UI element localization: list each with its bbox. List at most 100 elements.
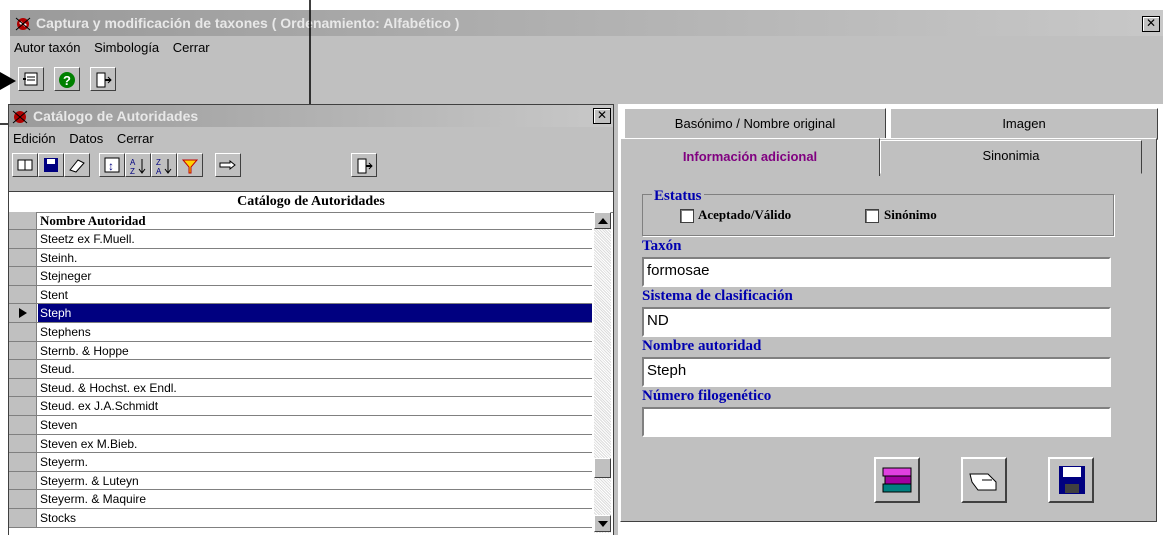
row-indicator[interactable] — [9, 267, 37, 285]
table-row[interactable]: Steyerm. — [9, 453, 592, 472]
svg-text:A: A — [130, 158, 136, 167]
table-row[interactable]: Stephens — [9, 323, 592, 342]
grid-header-row: Nombre Autoridad — [9, 212, 592, 230]
sinonimo-checkbox[interactable] — [865, 209, 879, 223]
grid-caption: Catálogo de Autoridades — [9, 192, 613, 213]
authority-name-cell[interactable]: Steyerm. & Luteyn — [40, 472, 139, 490]
sort-descending-button[interactable]: ZA — [151, 153, 177, 177]
table-row[interactable]: Steinh. — [9, 248, 592, 268]
aceptado-checkbox[interactable] — [680, 209, 694, 223]
authority-name-cell[interactable]: Steinh. — [40, 249, 77, 267]
tab-imagen[interactable]: Imagen — [890, 108, 1158, 140]
aceptado-label: Aceptado/Válido — [698, 207, 792, 222]
menu-edicion[interactable]: Edición — [13, 131, 56, 146]
row-indicator[interactable] — [9, 490, 37, 508]
vertical-scrollbar[interactable] — [594, 212, 611, 533]
sistema-clasificacion-field[interactable]: ND — [642, 307, 1111, 337]
row-indicator[interactable] — [9, 453, 37, 471]
new-record-button[interactable] — [12, 153, 38, 177]
taxon-field[interactable]: formosae — [642, 257, 1111, 287]
row-indicator[interactable] — [9, 341, 37, 360]
row-indicator[interactable] — [9, 416, 37, 434]
table-row[interactable]: Stejneger — [9, 267, 592, 286]
sistema-clasificacion-label: Sistema de clasificación — [642, 288, 793, 304]
menu-cerrar-catalogo[interactable]: Cerrar — [117, 131, 154, 146]
erase-button[interactable] — [64, 153, 90, 177]
books-button[interactable] — [874, 457, 920, 503]
edit-hand-button[interactable] — [961, 457, 1007, 503]
save-record-button[interactable] — [38, 153, 64, 177]
header-indicator-cell — [9, 212, 37, 229]
authority-name-cell[interactable]: Stocks — [40, 509, 76, 527]
table-row[interactable]: Steven — [9, 416, 592, 435]
catalog-window: Catálogo de Autoridades ✕ Edición Datos … — [8, 104, 614, 537]
table-row[interactable]: Steud. ex J.A.Schmidt — [9, 397, 592, 416]
row-indicator[interactable] — [9, 434, 37, 453]
tab-sinonimia[interactable]: Sinonimia — [880, 140, 1142, 174]
scroll-down-button[interactable] — [594, 515, 611, 532]
authority-name-cell[interactable]: Stejneger — [40, 267, 91, 285]
menu-datos[interactable]: Datos — [69, 131, 103, 146]
numero-filogenetico-field[interactable] — [642, 407, 1111, 437]
estatus-legend: Estatus — [652, 188, 704, 205]
table-row[interactable]: Steyerm. & Maquire — [9, 490, 592, 509]
table-row[interactable]: Steven ex M.Bieb. — [9, 434, 592, 454]
table-row[interactable]: Stocks — [9, 509, 592, 528]
svg-text:Z: Z — [156, 158, 161, 167]
table-row[interactable]: Steetz ex F.Muell. — [9, 230, 592, 249]
authority-name-cell[interactable]: Steud. & Hochst. ex Endl. — [40, 379, 177, 397]
numero-filogenetico-label: Número filogenético — [642, 388, 772, 404]
row-indicator[interactable] — [9, 248, 37, 267]
table-row[interactable]: Sternb. & Hoppe — [9, 341, 592, 361]
authority-name-cell[interactable]: Steud. ex J.A.Schmidt — [40, 397, 158, 415]
row-indicator[interactable] — [9, 323, 37, 341]
scroll-thumb[interactable] — [594, 458, 611, 478]
table-row[interactable]: Steph — [9, 304, 592, 323]
authority-name-cell[interactable]: Sternb. & Hoppe — [40, 342, 129, 360]
sort-ascending-button[interactable]: AZ — [125, 153, 151, 177]
detail-panel: Basónimo / Nombre original Imagen Sinoni… — [618, 104, 1163, 535]
svg-text:↕: ↕ — [108, 159, 114, 173]
table-row[interactable]: Stent — [9, 285, 592, 305]
table-row[interactable]: Steud. & Hochst. ex Endl. — [9, 378, 592, 398]
authority-grid: Catálogo de Autoridades Nombre Autoridad… — [9, 191, 613, 537]
filter-button[interactable] — [177, 153, 203, 177]
catalog-window-title: Catálogo de Autoridades — [33, 108, 199, 124]
close-catalog-button[interactable] — [351, 153, 377, 177]
row-indicator[interactable] — [9, 509, 37, 527]
authority-name-cell[interactable]: Stent — [40, 286, 68, 304]
catalog-menubar: Edición Datos Cerrar — [13, 131, 164, 146]
table-row[interactable]: Steyerm. & Luteyn — [9, 471, 592, 491]
authority-name-cell[interactable]: Steetz ex F.Muell. — [40, 230, 135, 248]
row-indicator[interactable] — [9, 304, 37, 322]
table-row[interactable]: Steud. — [9, 360, 592, 379]
tab-basonimo[interactable]: Basónimo / Nombre original — [624, 108, 886, 140]
authority-name-cell[interactable]: Steph — [38, 304, 592, 323]
authority-name-cell[interactable]: Steud. — [40, 360, 75, 378]
catalog-close-button[interactable]: ✕ — [593, 108, 611, 124]
authority-name-cell[interactable]: Steyerm. & Maquire — [40, 490, 146, 508]
nombre-autoridad-field[interactable]: Steph — [642, 357, 1111, 387]
authority-name-cell[interactable]: Stephens — [40, 323, 91, 341]
save-button[interactable] — [1048, 457, 1094, 503]
row-indicator[interactable] — [9, 471, 37, 490]
tab-informacion-adicional[interactable]: Información adicional — [620, 138, 880, 176]
row-indicator[interactable] — [9, 397, 37, 415]
svg-text:A: A — [156, 167, 162, 175]
authority-name-cell[interactable]: Steyerm. — [40, 453, 88, 471]
current-row-arrow-icon — [19, 308, 27, 319]
row-indicator[interactable] — [9, 230, 37, 248]
authority-name-cell[interactable]: Steven ex M.Bieb. — [40, 435, 137, 453]
taxon-label: Taxón — [642, 238, 682, 254]
row-indicator[interactable] — [9, 360, 37, 378]
column-header-nombre-autoridad[interactable]: Nombre Autoridad — [40, 212, 146, 229]
bug-catalog-icon — [11, 107, 29, 131]
row-indicator[interactable] — [9, 378, 37, 397]
refresh-button[interactable]: ↕ — [99, 153, 125, 177]
scroll-up-button[interactable] — [594, 212, 611, 229]
select-button[interactable] — [215, 153, 241, 177]
grid-body: Steetz ex F.Muell. Steinh. Stejneger Stent S… — [9, 230, 592, 530]
row-indicator[interactable] — [9, 285, 37, 304]
catalog-title-bar: Catálogo de Autoridades — [9, 105, 613, 127]
authority-name-cell[interactable]: Steven — [40, 416, 77, 434]
